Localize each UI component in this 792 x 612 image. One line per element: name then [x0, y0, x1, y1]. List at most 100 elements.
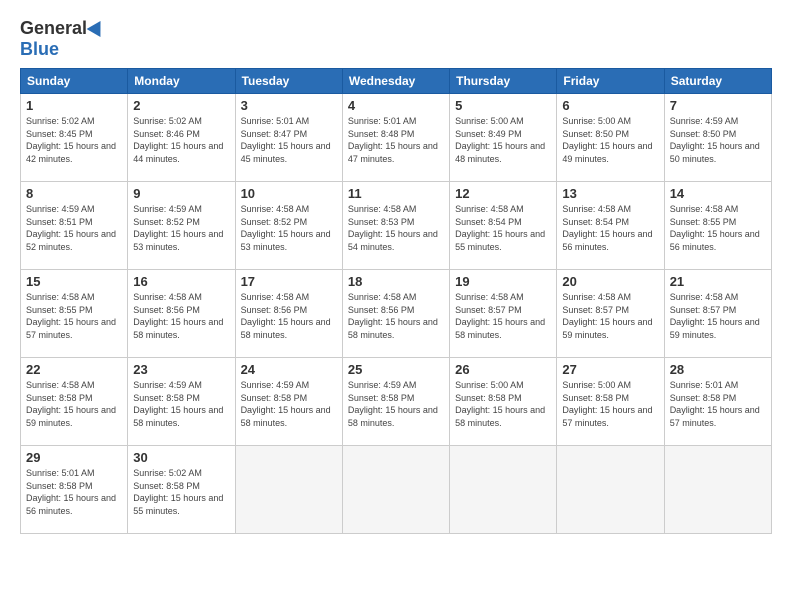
day-info: Sunrise: 4:58 AMSunset: 8:55 PMDaylight:…: [670, 203, 766, 253]
weekday-header: Friday: [557, 69, 664, 94]
day-info: Sunrise: 5:01 AMSunset: 8:47 PMDaylight:…: [241, 115, 337, 165]
day-info: Sunrise: 4:58 AMSunset: 8:53 PMDaylight:…: [348, 203, 444, 253]
day-number: 23: [133, 362, 229, 377]
weekday-header: Sunday: [21, 69, 128, 94]
day-number: 10: [241, 186, 337, 201]
day-info: Sunrise: 5:02 AMSunset: 8:46 PMDaylight:…: [133, 115, 229, 165]
calendar-day-cell: 2 Sunrise: 5:02 AMSunset: 8:46 PMDaylight…: [128, 94, 235, 182]
day-number: 26: [455, 362, 551, 377]
day-number: 17: [241, 274, 337, 289]
day-number: 24: [241, 362, 337, 377]
day-number: 6: [562, 98, 658, 113]
calendar-day-cell: 4 Sunrise: 5:01 AMSunset: 8:48 PMDaylight…: [342, 94, 449, 182]
day-info: Sunrise: 4:58 AMSunset: 8:54 PMDaylight:…: [562, 203, 658, 253]
calendar-day-cell: 15 Sunrise: 4:58 AMSunset: 8:55 PMDayligh…: [21, 270, 128, 358]
calendar-day-cell: 26 Sunrise: 5:00 AMSunset: 8:58 PMDayligh…: [450, 358, 557, 446]
day-number: 27: [562, 362, 658, 377]
calendar-day-cell: 21 Sunrise: 4:58 AMSunset: 8:57 PMDayligh…: [664, 270, 771, 358]
day-info: Sunrise: 4:59 AMSunset: 8:58 PMDaylight:…: [241, 379, 337, 429]
calendar-day-cell: 24 Sunrise: 4:59 AMSunset: 8:58 PMDayligh…: [235, 358, 342, 446]
calendar-day-cell: 17Sunrise: 4:58 AMSunset: 8:56 PMDayligh…: [235, 270, 342, 358]
calendar-day-cell: 28 Sunrise: 5:01 AMSunset: 8:58 PMDayligh…: [664, 358, 771, 446]
calendar-day-cell: 9 Sunrise: 4:59 AMSunset: 8:52 PMDaylight…: [128, 182, 235, 270]
day-info: Sunrise: 4:59 AMSunset: 8:51 PMDaylight:…: [26, 203, 122, 253]
day-info: Sunrise: 4:58 AMSunset: 8:58 PMDaylight:…: [26, 379, 122, 429]
day-number: 15: [26, 274, 122, 289]
day-number: 21: [670, 274, 766, 289]
day-number: 13: [562, 186, 658, 201]
day-info: Sunrise: 4:58 AMSunset: 8:55 PMDaylight:…: [26, 291, 122, 341]
day-info: Sunrise: 5:01 AMSunset: 8:48 PMDaylight:…: [348, 115, 444, 165]
page-header: General Blue: [20, 18, 772, 60]
calendar-week-row: 22 Sunrise: 4:58 AMSunset: 8:58 PMDayligh…: [21, 358, 772, 446]
calendar-day-cell: 27 Sunrise: 5:00 AMSunset: 8:58 PMDayligh…: [557, 358, 664, 446]
calendar-day-cell: [235, 446, 342, 534]
day-info: Sunrise: 4:58 AMSunset: 8:57 PMDaylight:…: [455, 291, 551, 341]
calendar-day-cell: 12 Sunrise: 4:58 AMSunset: 8:54 PMDayligh…: [450, 182, 557, 270]
day-info: Sunrise: 4:59 AMSunset: 8:58 PMDaylight:…: [133, 379, 229, 429]
day-info: Sunrise: 4:59 AMSunset: 8:50 PMDaylight:…: [670, 115, 766, 165]
calendar-day-cell: 16 Sunrise: 4:58 AMSunset: 8:56 PMDayligh…: [128, 270, 235, 358]
calendar-day-cell: 22 Sunrise: 4:58 AMSunset: 8:58 PMDayligh…: [21, 358, 128, 446]
day-info: Sunrise: 4:58 AMSunset: 8:56 PMDaylight:…: [133, 291, 229, 341]
calendar-day-cell: 23 Sunrise: 4:59 AMSunset: 8:58 PMDayligh…: [128, 358, 235, 446]
calendar-day-cell: [557, 446, 664, 534]
day-number: 25: [348, 362, 444, 377]
calendar-day-cell: 7 Sunrise: 4:59 AMSunset: 8:50 PMDaylight…: [664, 94, 771, 182]
day-number: 22: [26, 362, 122, 377]
day-info: Sunrise: 5:01 AMSunset: 8:58 PMDaylight:…: [26, 467, 122, 517]
day-number: 4: [348, 98, 444, 113]
calendar-week-row: 15 Sunrise: 4:58 AMSunset: 8:55 PMDayligh…: [21, 270, 772, 358]
day-number: 2: [133, 98, 229, 113]
day-number: 30: [133, 450, 229, 465]
day-number: 12: [455, 186, 551, 201]
calendar-day-cell: 14 Sunrise: 4:58 AMSunset: 8:55 PMDayligh…: [664, 182, 771, 270]
calendar-day-cell: 8 Sunrise: 4:59 AMSunset: 8:51 PMDaylight…: [21, 182, 128, 270]
calendar-day-cell: 11Sunrise: 4:58 AMSunset: 8:53 PMDayligh…: [342, 182, 449, 270]
day-number: 16: [133, 274, 229, 289]
weekday-header: Wednesday: [342, 69, 449, 94]
day-info: Sunrise: 4:58 AMSunset: 8:54 PMDaylight:…: [455, 203, 551, 253]
logo: General Blue: [20, 18, 105, 60]
day-info: Sunrise: 4:59 AMSunset: 8:52 PMDaylight:…: [133, 203, 229, 253]
day-info: Sunrise: 5:00 AMSunset: 8:58 PMDaylight:…: [562, 379, 658, 429]
day-info: Sunrise: 4:58 AMSunset: 8:52 PMDaylight:…: [241, 203, 337, 253]
day-number: 7: [670, 98, 766, 113]
day-info: Sunrise: 5:00 AMSunset: 8:50 PMDaylight:…: [562, 115, 658, 165]
calendar-day-cell: 5Sunrise: 5:00 AMSunset: 8:49 PMDaylight…: [450, 94, 557, 182]
day-number: 5: [455, 98, 551, 113]
calendar-day-cell: 6 Sunrise: 5:00 AMSunset: 8:50 PMDaylight…: [557, 94, 664, 182]
day-info: Sunrise: 4:58 AMSunset: 8:57 PMDaylight:…: [670, 291, 766, 341]
day-number: 14: [670, 186, 766, 201]
calendar-day-cell: 25Sunrise: 4:59 AMSunset: 8:58 PMDayligh…: [342, 358, 449, 446]
logo-general-text: General: [20, 18, 87, 39]
day-number: 20: [562, 274, 658, 289]
weekday-header: Monday: [128, 69, 235, 94]
day-info: Sunrise: 5:01 AMSunset: 8:58 PMDaylight:…: [670, 379, 766, 429]
calendar-week-row: 29 Sunrise: 5:01 AMSunset: 8:58 PMDayligh…: [21, 446, 772, 534]
calendar-week-row: 8 Sunrise: 4:59 AMSunset: 8:51 PMDaylight…: [21, 182, 772, 270]
weekday-header: Saturday: [664, 69, 771, 94]
calendar-day-cell: 13 Sunrise: 4:58 AMSunset: 8:54 PMDayligh…: [557, 182, 664, 270]
logo-blue-text: Blue: [20, 39, 59, 60]
day-info: Sunrise: 5:02 AMSunset: 8:58 PMDaylight:…: [133, 467, 229, 517]
day-number: 18: [348, 274, 444, 289]
calendar-day-cell: 30 Sunrise: 5:02 AMSunset: 8:58 PMDayligh…: [128, 446, 235, 534]
day-number: 8: [26, 186, 122, 201]
calendar-day-cell: [664, 446, 771, 534]
calendar-day-cell: 29 Sunrise: 5:01 AMSunset: 8:58 PMDayligh…: [21, 446, 128, 534]
calendar-day-cell: [342, 446, 449, 534]
day-info: Sunrise: 5:00 AMSunset: 8:58 PMDaylight:…: [455, 379, 551, 429]
day-info: Sunrise: 4:58 AMSunset: 8:56 PMDaylight:…: [348, 291, 444, 341]
logo-triangle-icon: [87, 16, 108, 36]
calendar-day-cell: 1Sunrise: 5:02 AMSunset: 8:45 PMDaylight…: [21, 94, 128, 182]
calendar-day-cell: 19Sunrise: 4:58 AMSunset: 8:57 PMDayligh…: [450, 270, 557, 358]
calendar-day-cell: 3Sunrise: 5:01 AMSunset: 8:47 PMDaylight…: [235, 94, 342, 182]
calendar-day-cell: 10 Sunrise: 4:58 AMSunset: 8:52 PMDayligh…: [235, 182, 342, 270]
day-number: 28: [670, 362, 766, 377]
day-info: Sunrise: 4:58 AMSunset: 8:57 PMDaylight:…: [562, 291, 658, 341]
day-number: 29: [26, 450, 122, 465]
day-number: 9: [133, 186, 229, 201]
calendar-day-cell: 20 Sunrise: 4:58 AMSunset: 8:57 PMDayligh…: [557, 270, 664, 358]
calendar-table: SundayMondayTuesdayWednesdayThursdayFrid…: [20, 68, 772, 534]
